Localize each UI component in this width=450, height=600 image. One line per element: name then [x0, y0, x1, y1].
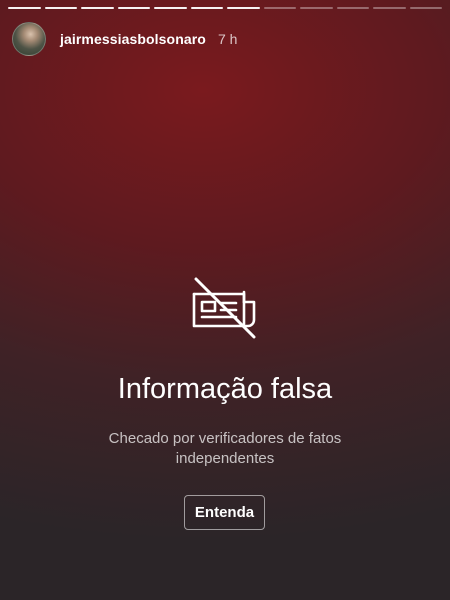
progress-segment — [190, 7, 223, 9]
warning-title: Informação falsa — [117, 373, 333, 405]
learn-more-button[interactable]: Entenda — [184, 495, 265, 530]
progress-segment — [117, 7, 150, 9]
progress-segment — [336, 7, 369, 9]
story-header: jairmessiasbolsonaro 7 h — [12, 22, 237, 56]
timestamp: 7 h — [217, 31, 238, 47]
newspaper-crossed-icon — [190, 272, 260, 342]
progress-segment — [154, 7, 187, 9]
story-progress-bar — [8, 7, 442, 9]
progress-segment — [227, 7, 260, 9]
progress-segment — [263, 7, 296, 9]
progress-segment — [409, 7, 442, 9]
progress-segment — [81, 7, 114, 9]
progress-segment — [44, 7, 77, 9]
username[interactable]: jairmessiasbolsonaro — [60, 31, 206, 47]
progress-segment — [373, 7, 406, 9]
avatar[interactable] — [12, 22, 46, 56]
warning-subtitle: Checado por verificadores de fatos indep… — [108, 430, 342, 467]
progress-segment — [8, 7, 41, 9]
progress-segment — [300, 7, 333, 9]
story-viewer[interactable]: jairmessiasbolsonaro 7 h Informação fals… — [0, 0, 450, 600]
